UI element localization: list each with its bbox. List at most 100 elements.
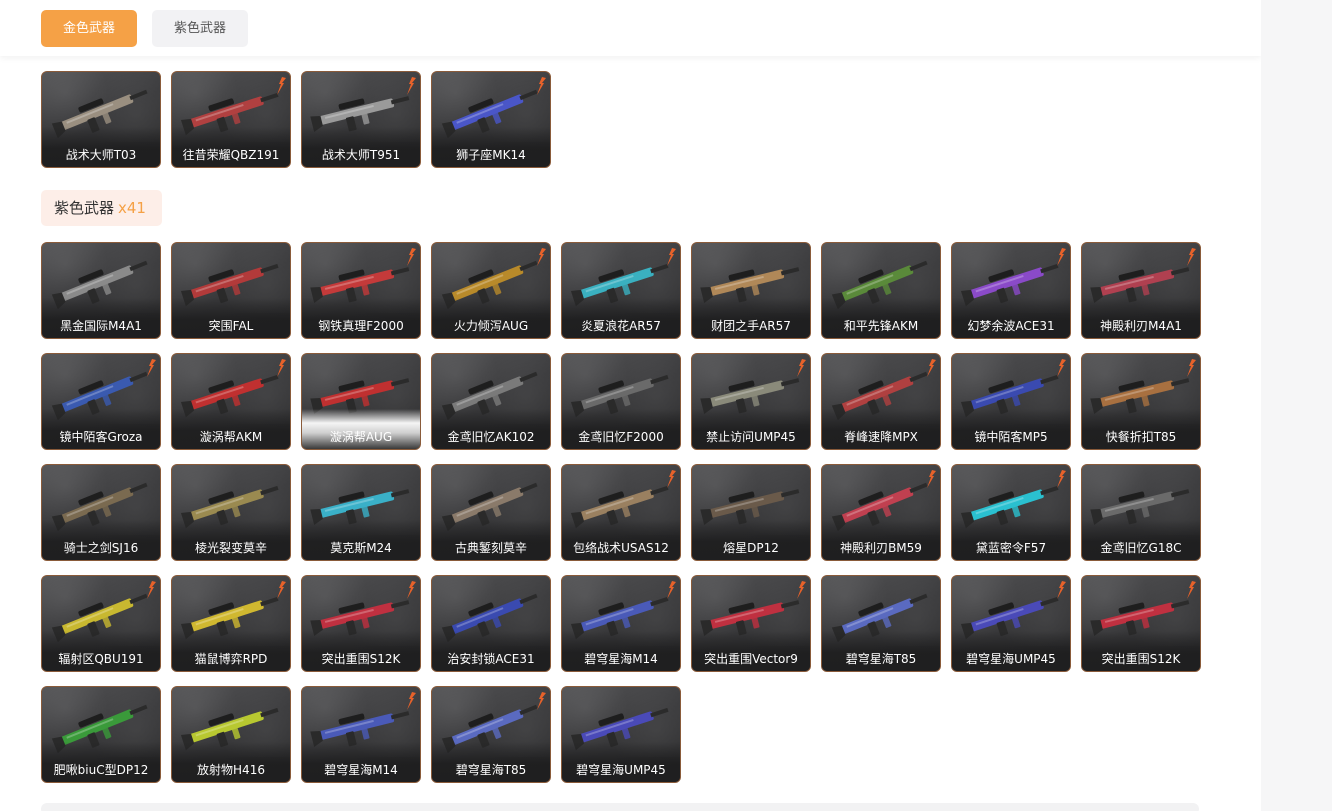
flame-icon bbox=[667, 581, 676, 599]
weapon-card[interactable]: 镜中陌客Groza bbox=[41, 353, 161, 450]
flame-icon bbox=[1187, 359, 1196, 377]
weapon-name: 炎夏浪花AR57 bbox=[581, 319, 661, 333]
weapon-card[interactable]: 镜中陌客MP5 bbox=[951, 353, 1071, 450]
flame-icon bbox=[667, 248, 676, 266]
weapon-name: 碧穹星海M14 bbox=[324, 763, 398, 777]
weapon-name: 放射物H416 bbox=[197, 763, 265, 777]
weapon-card[interactable]: 棱光裂变莫辛 bbox=[171, 464, 291, 561]
flame-icon bbox=[537, 692, 546, 710]
weapon-card[interactable]: 往昔荣耀QBZ191 bbox=[171, 71, 291, 168]
weapon-card[interactable]: 漩涡帮AUG bbox=[301, 353, 421, 450]
weapon-name: 碧穹星海UMP45 bbox=[576, 763, 666, 777]
weapon-card[interactable]: 禁止访问UMP45 bbox=[691, 353, 811, 450]
flame-icon bbox=[1187, 581, 1196, 599]
weapon-name: 神殿利刃M4A1 bbox=[1100, 319, 1182, 333]
flame-icon bbox=[1057, 581, 1066, 599]
weapon-card[interactable]: 战术大师T951 bbox=[301, 71, 421, 168]
weapon-card[interactable]: 包络战术USAS12 bbox=[561, 464, 681, 561]
flame-icon bbox=[407, 581, 416, 599]
weapon-name: 火力倾泻AUG bbox=[453, 319, 529, 333]
weapon-name: 棱光裂变莫辛 bbox=[194, 541, 267, 555]
weapon-card[interactable]: 碧穹星海T85 bbox=[821, 575, 941, 672]
flame-icon bbox=[407, 692, 416, 710]
weapon-card[interactable]: 火力倾泻AUG bbox=[431, 242, 551, 339]
weapon-card[interactable]: 治安封锁ACE31 bbox=[431, 575, 551, 672]
weapon-card[interactable]: 金鸢旧忆F2000 bbox=[561, 353, 681, 450]
weapon-card[interactable]: 快餐折扣T85 bbox=[1081, 353, 1201, 450]
weapon-card[interactable]: 战术大师T03 bbox=[41, 71, 161, 168]
weapon-card[interactable]: 碧穹星海UMP45 bbox=[951, 575, 1071, 672]
weapon-name: 战术大师T951 bbox=[321, 148, 401, 162]
weapon-name: 脊峰速降MPX bbox=[844, 430, 918, 444]
weapon-card[interactable]: 突出重围S12K bbox=[301, 575, 421, 672]
weapon-card[interactable]: 古典錾刻莫辛 bbox=[431, 464, 551, 561]
weapon-card[interactable]: 碧穹星海M14 bbox=[561, 575, 681, 672]
weapon-card[interactable]: 碧穹星海M14 bbox=[301, 686, 421, 783]
weapon-card[interactable]: 骑士之剑SJ16 bbox=[41, 464, 161, 561]
weapon-name: 突围FAL bbox=[208, 319, 254, 333]
flame-icon bbox=[1057, 470, 1066, 488]
weapon-name: 神殿利刃BM59 bbox=[840, 541, 922, 555]
weapon-card[interactable]: 狮子座MK14 bbox=[431, 71, 551, 168]
flame-icon bbox=[147, 581, 156, 599]
weapon-card[interactable]: 辐射区QBU191 bbox=[41, 575, 161, 672]
flame-icon bbox=[797, 359, 806, 377]
weapon-name: 黑金国际M4A1 bbox=[60, 319, 142, 333]
flame-icon bbox=[277, 581, 286, 599]
weapon-name: 镜中陌客Groza bbox=[59, 430, 143, 444]
weapon-name: 碧穹星海UMP45 bbox=[966, 652, 1056, 666]
weapon-card[interactable]: 突围FAL bbox=[171, 242, 291, 339]
weapon-card[interactable]: 神殿利刃BM59 bbox=[821, 464, 941, 561]
flame-icon bbox=[147, 359, 156, 377]
flame-icon bbox=[1057, 248, 1066, 266]
weapon-name: 金鸢旧忆AK102 bbox=[447, 430, 535, 444]
weapon-card[interactable]: 漩涡帮AKM bbox=[171, 353, 291, 450]
weapon-name: 禁止访问UMP45 bbox=[706, 430, 796, 444]
weapon-card[interactable]: 黑金国际M4A1 bbox=[41, 242, 161, 339]
weapon-card[interactable]: 熔星DP12 bbox=[691, 464, 811, 561]
weapon-card[interactable]: 和平先锋AKM bbox=[821, 242, 941, 339]
tab-purple-weapons[interactable]: 紫色武器 bbox=[152, 10, 248, 47]
weapon-tab-bar: 金色武器 紫色武器 bbox=[0, 0, 1261, 56]
weapon-card[interactable]: 金鸢旧忆AK102 bbox=[431, 353, 551, 450]
weapon-card[interactable]: 黛蓝密令F57 bbox=[951, 464, 1071, 561]
weapon-name: 碧穹星海T85 bbox=[845, 652, 917, 666]
weapon-name: 金鸢旧忆G18C bbox=[1100, 541, 1182, 555]
flame-icon bbox=[407, 248, 416, 266]
weapon-name: 战术大师T03 bbox=[65, 148, 137, 162]
weapon-name: 幻梦余波ACE31 bbox=[967, 319, 1055, 333]
weapon-card[interactable]: 碧穹星海T85 bbox=[431, 686, 551, 783]
flame-icon bbox=[927, 359, 936, 377]
purple-section-title: 紫色武器 x41 bbox=[41, 190, 162, 226]
weapon-card[interactable]: 炎夏浪花AR57 bbox=[561, 242, 681, 339]
weapon-card[interactable]: 莫克斯M24 bbox=[301, 464, 421, 561]
weapon-name: 碧穹星海M14 bbox=[584, 652, 658, 666]
weapon-card[interactable]: 金鸢旧忆G18C bbox=[1081, 464, 1201, 561]
weapon-card[interactable]: 幻梦余波ACE31 bbox=[951, 242, 1071, 339]
flame-icon bbox=[407, 77, 416, 95]
weapon-card[interactable]: 肥啾biuC型DP12 bbox=[41, 686, 161, 783]
weapon-card[interactable]: 碧穹星海UMP45 bbox=[561, 686, 681, 783]
weapon-name: 古典錾刻莫辛 bbox=[454, 541, 527, 555]
tab-gold-weapons[interactable]: 金色武器 bbox=[41, 10, 137, 47]
weapon-card[interactable]: 财团之手AR57 bbox=[691, 242, 811, 339]
weapon-card[interactable]: 脊峰速降MPX bbox=[821, 353, 941, 450]
weapon-card[interactable]: 钢铁真理F2000 bbox=[301, 242, 421, 339]
weapon-name: 治安封锁ACE31 bbox=[447, 652, 535, 666]
weapon-card[interactable]: 神殿利刃M4A1 bbox=[1081, 242, 1201, 339]
weapon-card[interactable]: 猫鼠博弈RPD bbox=[171, 575, 291, 672]
weapon-name: 肥啾biuC型DP12 bbox=[53, 763, 149, 777]
weapon-card[interactable]: 放射物H416 bbox=[171, 686, 291, 783]
weapon-name: 黛蓝密令F57 bbox=[975, 541, 1047, 555]
flame-icon bbox=[1057, 359, 1066, 377]
weapon-card[interactable]: 突出重围S12K bbox=[1081, 575, 1201, 672]
weapon-name: 镜中陌客MP5 bbox=[974, 430, 1048, 444]
weapon-name: 突出重围Vector9 bbox=[704, 652, 798, 666]
weapon-name: 快餐折扣T85 bbox=[1105, 430, 1177, 444]
weapon-card[interactable]: 突出重围Vector9 bbox=[691, 575, 811, 672]
weapon-page: 金色武器 紫色武器 战术大师T03 往昔荣耀QBZ191 战术大师T951 狮子座MK… bbox=[0, 0, 1261, 811]
flame-icon bbox=[667, 470, 676, 488]
weapon-name: 莫克斯M24 bbox=[330, 541, 392, 555]
flame-icon bbox=[797, 581, 806, 599]
flame-icon bbox=[537, 248, 546, 266]
